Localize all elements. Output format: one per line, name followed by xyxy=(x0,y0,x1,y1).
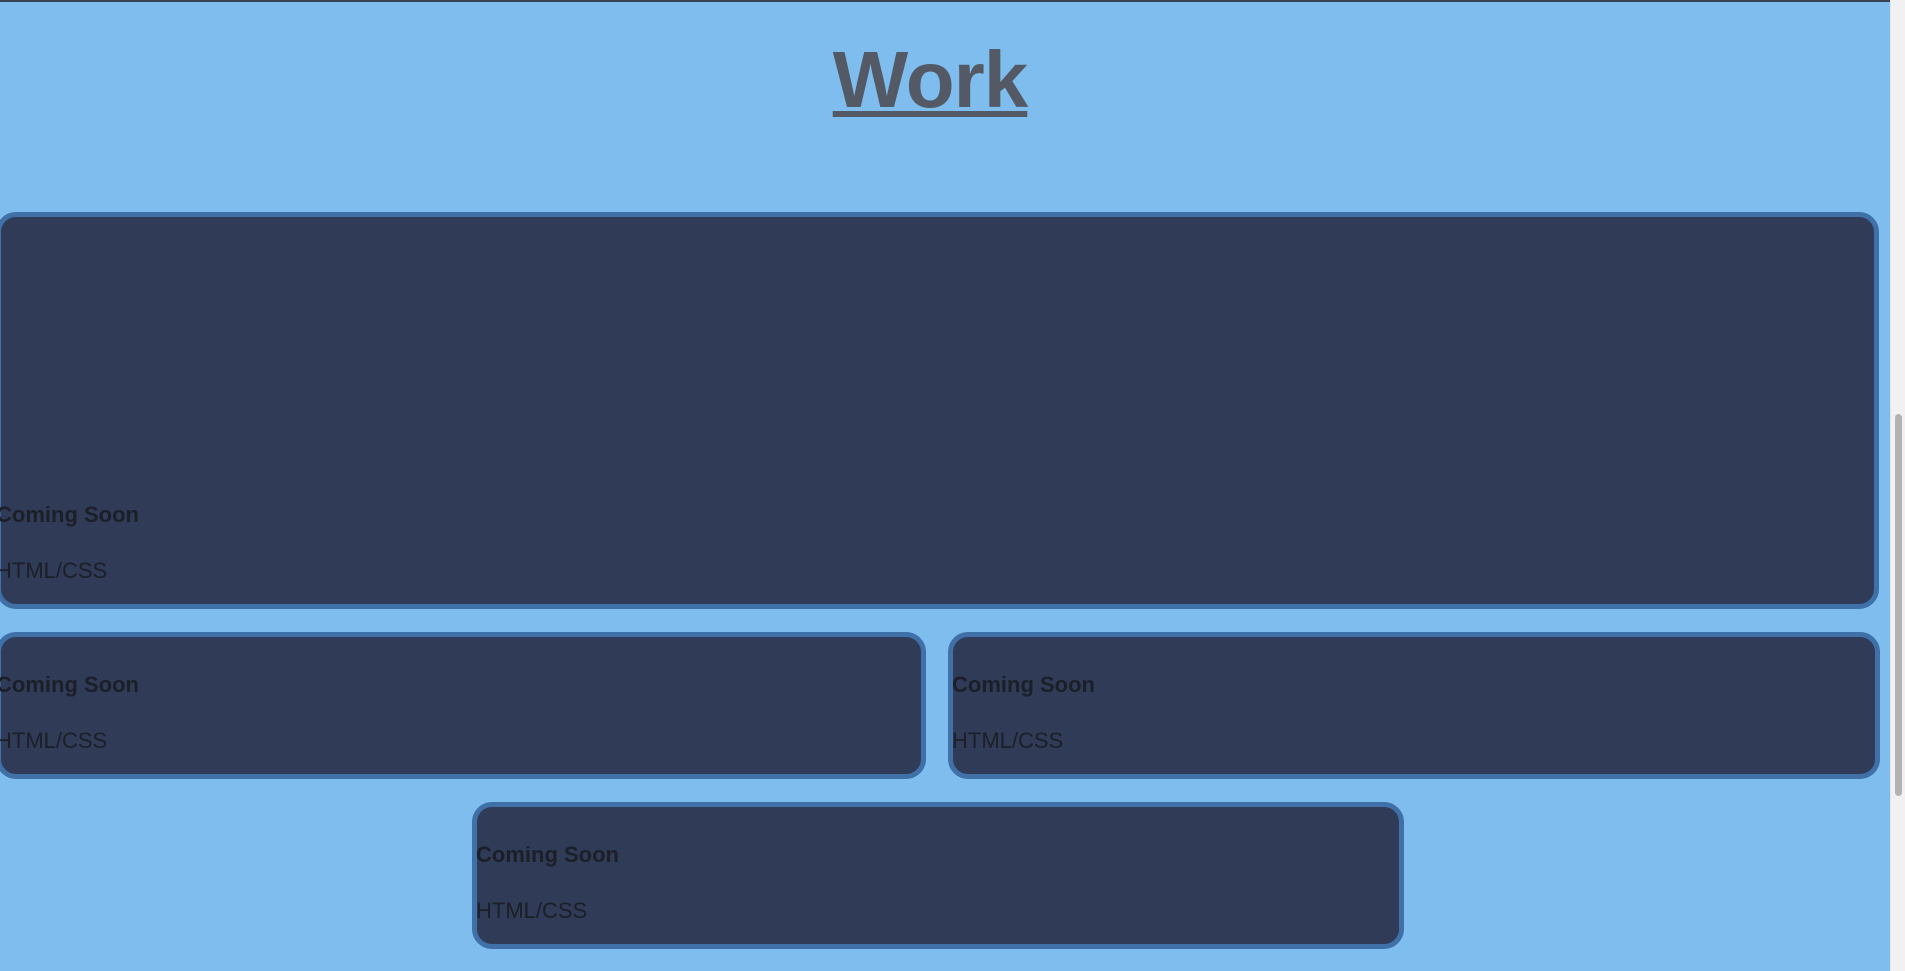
scrollbar-thumb[interactable] xyxy=(1895,414,1902,796)
section-heading: Work xyxy=(0,30,1860,130)
project-card[interactable]: Coming Soon HTML/CSS xyxy=(948,632,1880,779)
project-tech: HTML/CSS xyxy=(0,558,108,583)
project-name: Coming Soon xyxy=(476,842,619,867)
project-card-featured[interactable]: Coming Soon HTML/CSS xyxy=(0,212,1879,609)
project-tech: HTML/CSS xyxy=(476,898,588,923)
project-tech: HTML/CSS xyxy=(0,728,108,753)
page-title: Work xyxy=(832,35,1029,124)
project-name: Coming Soon xyxy=(0,502,139,527)
work-page: Work Coming Soon HTML/CSS Coming Soon HT… xyxy=(0,0,1890,971)
vertical-scrollbar[interactable] xyxy=(1890,0,1905,971)
project-name: Coming Soon xyxy=(952,672,1095,697)
top-border xyxy=(0,0,1890,2)
project-card[interactable]: Coming Soon HTML/CSS xyxy=(472,802,1404,949)
project-tech: HTML/CSS xyxy=(952,728,1064,753)
project-card[interactable]: Coming Soon HTML/CSS xyxy=(0,632,926,779)
project-name: Coming Soon xyxy=(0,672,139,697)
